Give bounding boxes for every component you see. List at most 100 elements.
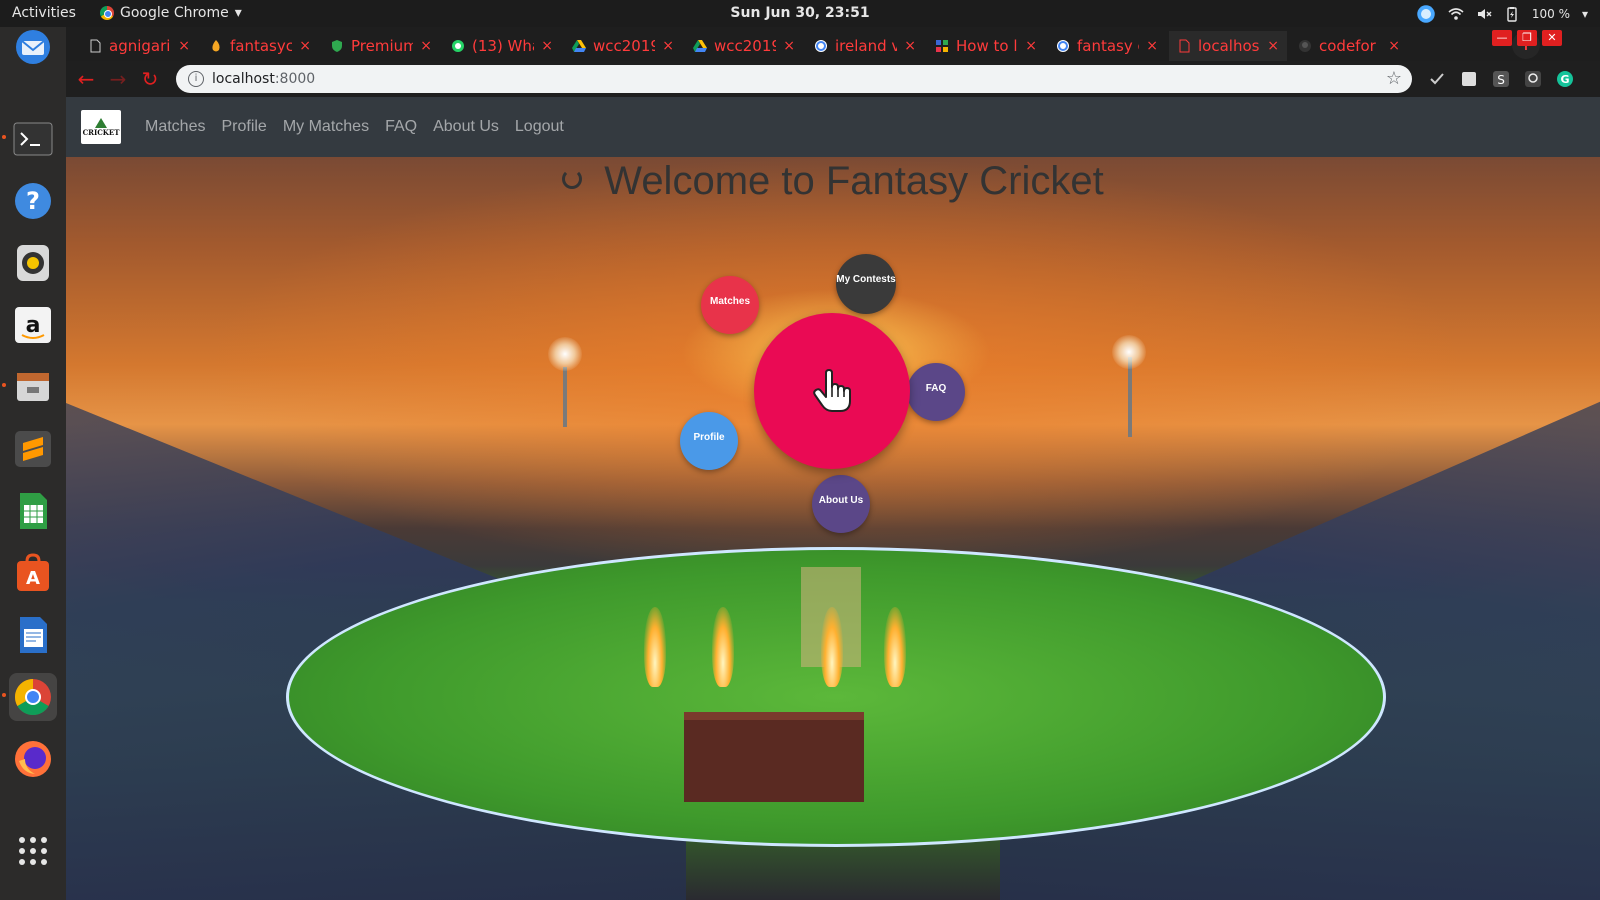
files-drive-icon[interactable] (2, 363, 57, 411)
square-extension-icon[interactable] (1460, 70, 1478, 88)
faq-bubble-button[interactable]: FAQ (907, 363, 965, 421)
logo-text: CRICKET (82, 127, 120, 137)
browser-tab[interactable]: Premium × (322, 31, 440, 61)
browser-tab[interactable]: wcc2019 × (564, 31, 682, 61)
firefox-icon[interactable] (9, 735, 57, 783)
reload-button[interactable]: ↻ (138, 67, 162, 91)
matches-bubble-button[interactable]: Matches (701, 276, 759, 334)
browser-tab[interactable]: fantasyc × (201, 31, 319, 61)
tab-title: wcc2019 (593, 37, 656, 55)
close-icon[interactable]: × (299, 38, 311, 54)
battery-percentage: 100 % (1531, 7, 1570, 21)
close-icon[interactable]: × (662, 38, 674, 54)
site-navbar: CRICKET Matches Profile My Matches FAQ A… (66, 97, 1600, 157)
tab-title: codefor (1319, 37, 1376, 55)
web-page: CRICKET Matches Profile My Matches FAQ A… (66, 97, 1600, 900)
minimize-button[interactable]: — (1492, 30, 1512, 46)
clock[interactable]: Sun Jun 30, 23:51 (0, 5, 1600, 21)
page-title: Welcome to Fantasy Cricket (604, 158, 1104, 203)
browser-tab[interactable]: How to l × (927, 31, 1045, 61)
s-extension-icon[interactable]: S (1492, 70, 1510, 88)
ubuntu-dock: ? a A (0, 27, 66, 900)
about-us-bubble-button[interactable]: About Us (812, 475, 870, 533)
floodlight (1112, 335, 1146, 369)
url-text[interactable]: localhost:8000 (212, 71, 315, 87)
libreoffice-writer-icon[interactable] (9, 611, 57, 659)
github-icon (1299, 40, 1311, 52)
close-icon[interactable]: × (783, 38, 795, 54)
thunderbird-icon[interactable] (9, 23, 57, 71)
light-pole (1128, 357, 1132, 437)
grammarly-icon[interactable]: G (1556, 70, 1574, 88)
check-extension-icon[interactable] (1428, 70, 1446, 88)
google-icon (1057, 40, 1069, 52)
nav-link-matches[interactable]: Matches (137, 118, 213, 136)
back-button[interactable]: ← (74, 67, 98, 91)
menu-hub-button[interactable] (754, 313, 910, 469)
browser-tab[interactable]: codefor × (1290, 31, 1408, 61)
whatsapp-icon (452, 40, 464, 52)
show-applications-icon[interactable] (9, 827, 57, 875)
welcome-heading: Welcome to Fantasy Cricket (66, 157, 1600, 204)
site-logo[interactable]: CRICKET (81, 110, 121, 144)
stadium-background: Welcome to Fantasy Cricket Matches My Co… (66, 157, 1600, 900)
browser-tab[interactable]: fantasy c × (1048, 31, 1166, 61)
close-icon[interactable]: × (178, 38, 190, 54)
browser-tab[interactable]: agnigari × (80, 31, 198, 61)
browser-tab[interactable]: wcc2019 × (685, 31, 803, 61)
profile-bubble-button[interactable]: Profile (680, 412, 738, 470)
close-icon[interactable]: × (1267, 38, 1279, 54)
nav-link-profile[interactable]: Profile (213, 118, 274, 136)
amazon-icon[interactable]: a (9, 301, 57, 349)
skype-icon[interactable] (1416, 4, 1436, 24)
bookmark-star-icon[interactable]: ☆ (1386, 68, 1402, 89)
system-top-bar: Activities Google Chrome ▾ Sun Jun 30, 2… (0, 0, 1600, 27)
google-icon (815, 40, 827, 52)
browser-tab[interactable]: ireland v × (806, 31, 924, 61)
close-icon[interactable]: × (1146, 38, 1158, 54)
close-icon[interactable]: × (904, 38, 916, 54)
terminal-icon[interactable] (2, 115, 57, 163)
google-chrome-icon[interactable] (2, 673, 57, 721)
rhythmbox-icon[interactable] (9, 239, 57, 287)
svg-text:?: ? (26, 187, 40, 215)
floodlight (548, 337, 582, 371)
my-contests-bubble-button[interactable]: My Contests (836, 254, 896, 314)
document-icon (1179, 39, 1190, 53)
tab-title: wcc2019 (714, 37, 777, 55)
restore-button[interactable]: ❐ (1517, 30, 1537, 46)
flame-effect (821, 607, 843, 687)
stage (684, 712, 864, 802)
sublime-text-icon[interactable] (9, 425, 57, 473)
omnibar: ← → ↻ i localhost:8000 ☆ S G (66, 61, 1600, 97)
nav-link-faq[interactable]: FAQ (377, 118, 425, 136)
tab-title: ireland v (835, 37, 898, 55)
battery-icon (1507, 7, 1517, 22)
tab-title: localhos (1198, 37, 1260, 55)
close-icon[interactable]: × (541, 38, 553, 54)
address-bar[interactable]: i localhost:8000 ☆ (176, 65, 1412, 93)
lightbulb-extension-icon[interactable] (1524, 70, 1542, 88)
flame-icon (212, 40, 220, 52)
close-icon[interactable]: × (1025, 38, 1037, 54)
info-icon[interactable]: i (188, 71, 204, 87)
nav-link-about-us[interactable]: About Us (425, 118, 507, 136)
help-icon[interactable]: ? (9, 177, 57, 225)
drive-icon (572, 40, 586, 52)
close-icon[interactable]: × (1388, 38, 1400, 54)
browser-tab-active[interactable]: localhos × (1169, 31, 1287, 61)
browser-tab[interactable]: (13) Wha × (443, 31, 561, 61)
ubuntu-software-icon[interactable]: A (9, 549, 57, 597)
close-icon[interactable]: × (420, 38, 432, 54)
nav-link-my-matches[interactable]: My Matches (275, 118, 377, 136)
tab-title: agnigari (109, 37, 171, 55)
close-window-button[interactable]: ✕ (1542, 30, 1562, 46)
tab-title: How to l (956, 37, 1018, 55)
nav-link-logout[interactable]: Logout (507, 118, 572, 136)
forward-button[interactable]: → (106, 67, 130, 91)
refresh-icon (562, 169, 583, 190)
tab-title: Premium (351, 37, 414, 55)
system-tray[interactable]: 100 % ▾ (1416, 4, 1588, 24)
libreoffice-calc-icon[interactable] (9, 487, 57, 535)
tab-strip: agnigari × fantasyc × Premium × (13) Wha… (66, 27, 1600, 61)
